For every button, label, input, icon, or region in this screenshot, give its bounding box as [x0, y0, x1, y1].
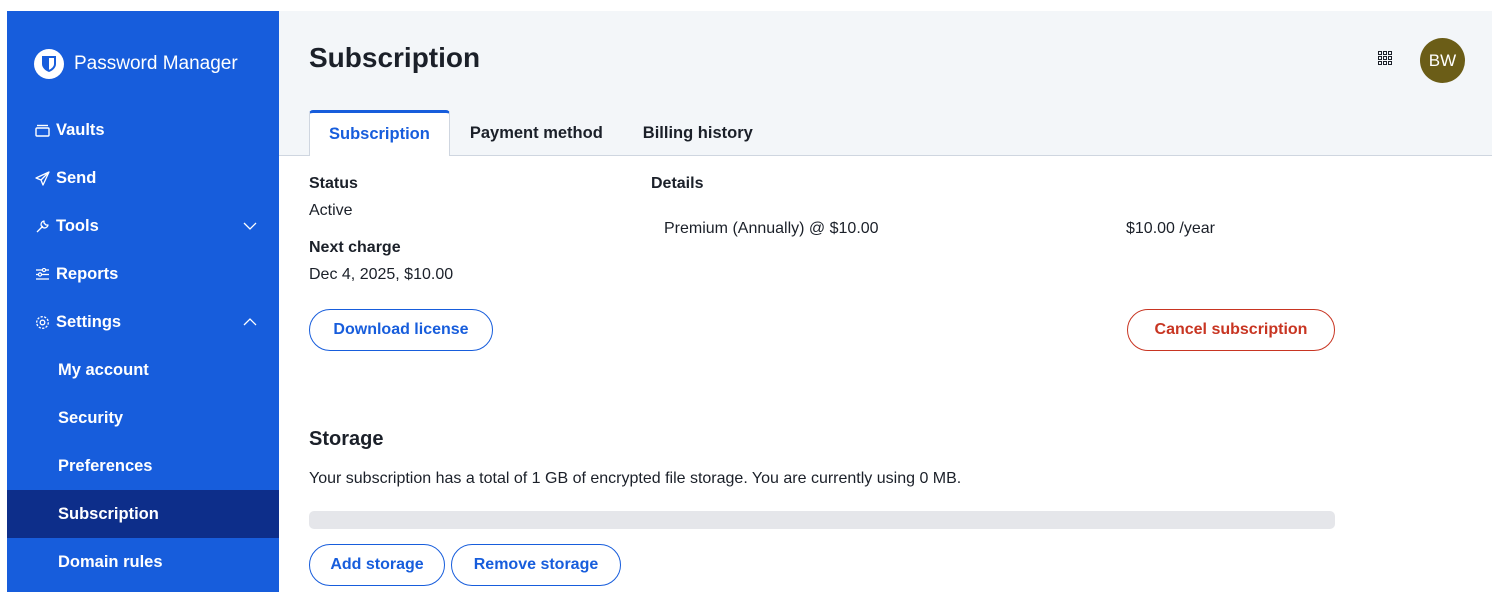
sidebar-item-my-account[interactable]: My account	[7, 346, 279, 394]
sidebar-item-label: Settings	[56, 312, 122, 331]
sidebar-item-label: Tools	[56, 216, 99, 235]
remove-storage-button[interactable]: Remove storage	[451, 544, 621, 586]
cancel-subscription-button[interactable]: Cancel subscription	[1127, 309, 1335, 351]
avatar[interactable]: BW	[1420, 38, 1465, 83]
sidebar-item-reports[interactable]: Reports	[7, 250, 279, 298]
sidebar-item-security[interactable]: Security	[7, 394, 279, 442]
storage-heading: Storage	[309, 428, 384, 450]
sidebar-item-label: Subscription	[58, 504, 159, 523]
chevron-up-icon	[243, 318, 257, 326]
send-icon	[34, 170, 50, 186]
sidebar-item-label: Reports	[56, 264, 119, 283]
next-charge-label: Next charge	[309, 239, 401, 256]
tab-bar: Subscription Payment method Billing hist…	[309, 110, 773, 156]
chevron-down-icon	[243, 222, 257, 230]
storage-progress-bar	[309, 511, 1335, 529]
download-license-button[interactable]: Download license	[309, 309, 493, 351]
tools-icon	[34, 218, 50, 234]
tab-billing-history[interactable]: Billing history	[623, 110, 773, 156]
sidebar-item-subscription[interactable]: Subscription	[7, 490, 279, 538]
sidebar-item-label: Send	[56, 168, 97, 187]
sidebar-item-tools[interactable]: Tools	[7, 202, 279, 250]
add-storage-button[interactable]: Add storage	[309, 544, 445, 586]
page-title: Subscription	[309, 42, 481, 73]
vault-icon	[34, 122, 50, 138]
sidebar-item-preferences[interactable]: Preferences	[7, 442, 279, 490]
sidebar-item-label: Security	[58, 408, 124, 427]
next-charge-value: Dec 4, 2025, $10.00	[309, 266, 454, 283]
sidebar-item-vaults[interactable]: Vaults	[7, 106, 279, 154]
brand[interactable]: Password Manager	[34, 49, 238, 79]
apps-grid-icon[interactable]	[1378, 51, 1392, 65]
sidebar-item-domain-rules[interactable]: Domain rules	[7, 538, 279, 586]
sidebar-item-settings[interactable]: Settings	[7, 298, 279, 346]
sidebar: Password Manager Vaults Send Tools Repor…	[7, 11, 279, 592]
status-value: Active	[309, 202, 353, 219]
sidebar-item-label: My account	[58, 360, 149, 379]
gear-icon	[34, 314, 50, 330]
sidebar-item-send[interactable]: Send	[7, 154, 279, 202]
tab-payment-method[interactable]: Payment method	[450, 110, 623, 156]
sidebar-item-label: Vaults	[56, 120, 105, 139]
shield-logo-icon	[34, 49, 64, 79]
reports-icon	[34, 266, 50, 282]
sidebar-item-label: Preferences	[58, 456, 153, 475]
sidebar-item-label: Domain rules	[58, 552, 163, 571]
plan-price: $10.00 /year	[1126, 220, 1215, 237]
brand-name: Password Manager	[74, 53, 238, 74]
tab-subscription[interactable]: Subscription	[309, 110, 450, 156]
storage-description: Your subscription has a total of 1 GB of…	[309, 470, 962, 487]
details-label: Details	[651, 175, 704, 192]
plan-description: Premium (Annually) @ $10.00	[664, 220, 879, 237]
status-label: Status	[309, 175, 358, 192]
